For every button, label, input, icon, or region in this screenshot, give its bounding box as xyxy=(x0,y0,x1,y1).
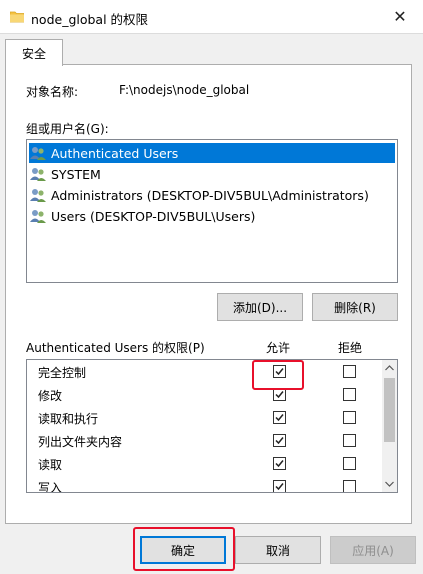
close-icon: ✕ xyxy=(393,7,407,26)
chevron-down-icon xyxy=(385,481,394,487)
scrollbar[interactable] xyxy=(382,360,397,492)
table-row: 列出文件夹内容 xyxy=(27,429,383,452)
deny-checkbox[interactable] xyxy=(343,411,356,424)
object-name-value: F:\nodejs\node_global xyxy=(119,83,250,97)
users-group-icon xyxy=(30,189,46,202)
apply-button[interactable]: 应用(A) xyxy=(330,536,416,564)
add-button[interactable]: 添加(D)... xyxy=(217,293,303,321)
deny-checkbox[interactable] xyxy=(343,480,356,492)
table-row: 写入 xyxy=(27,475,383,493)
folder-icon xyxy=(10,11,24,23)
allow-checkbox[interactable] xyxy=(273,365,286,378)
scroll-down-button[interactable] xyxy=(382,476,397,492)
tab-security[interactable]: 安全 xyxy=(5,39,63,66)
ok-button[interactable]: 确定 xyxy=(140,536,226,564)
table-row: 修改 xyxy=(27,383,383,406)
close-button[interactable]: ✕ xyxy=(377,0,423,33)
users-group-icon xyxy=(30,147,46,160)
users-group-icon xyxy=(30,210,46,223)
allow-column-header: 允许 xyxy=(266,341,291,355)
group-users-label: 组或用户名(G): xyxy=(26,122,109,136)
table-row: 读取 xyxy=(27,452,383,475)
allow-checkbox[interactable] xyxy=(273,480,286,492)
chevron-up-icon xyxy=(385,365,394,371)
window-title: node_global 的权限 xyxy=(31,12,149,27)
users-group-icon xyxy=(30,168,46,181)
list-item[interactable]: Administrators (DESKTOP-DIV5BUL\Administ… xyxy=(29,185,395,205)
deny-checkbox[interactable] xyxy=(343,434,356,447)
allow-checkbox[interactable] xyxy=(273,434,286,447)
permission-name: 列出文件夹内容 xyxy=(38,435,123,449)
permission-name: 修改 xyxy=(38,389,63,403)
tab-label: 安全 xyxy=(21,46,46,61)
remove-button[interactable]: 删除(R) xyxy=(312,293,398,321)
deny-checkbox[interactable] xyxy=(343,457,356,470)
permissions-header: Authenticated Users 的权限(P) xyxy=(26,341,205,355)
object-name-label: 对象名称: xyxy=(26,85,79,99)
allow-checkbox[interactable] xyxy=(273,457,286,470)
permission-name: 读取和执行 xyxy=(38,412,99,426)
permission-name: 完全控制 xyxy=(38,366,87,380)
users-list[interactable]: Authenticated Users SYSTEM Administrator… xyxy=(26,139,398,283)
permission-name: 读取 xyxy=(38,458,63,472)
deny-checkbox[interactable] xyxy=(343,388,356,401)
title-bar: node_global 的权限 ✕ xyxy=(0,0,423,34)
allow-checkbox[interactable] xyxy=(273,388,286,401)
permission-name: 写入 xyxy=(38,481,63,493)
scroll-up-button[interactable] xyxy=(382,360,397,376)
deny-checkbox[interactable] xyxy=(343,365,356,378)
security-panel: 对象名称: F:\nodejs\node_global 组或用户名(G): Au… xyxy=(5,64,412,524)
table-row: 读取和执行 xyxy=(27,406,383,429)
list-item[interactable]: Authenticated Users xyxy=(29,143,395,163)
list-item[interactable]: SYSTEM xyxy=(29,164,395,184)
scroll-thumb[interactable] xyxy=(384,378,395,442)
cancel-button[interactable]: 取消 xyxy=(235,536,321,564)
allow-checkbox[interactable] xyxy=(273,411,286,424)
permissions-list: 写入 读取 列出文件夹内容 读取和执行 修改 完全控制 xyxy=(26,359,398,493)
table-row: 完全控制 xyxy=(27,360,383,383)
list-item[interactable]: Users (DESKTOP-DIV5BUL\Users) xyxy=(29,206,395,226)
deny-column-header: 拒绝 xyxy=(338,341,363,355)
